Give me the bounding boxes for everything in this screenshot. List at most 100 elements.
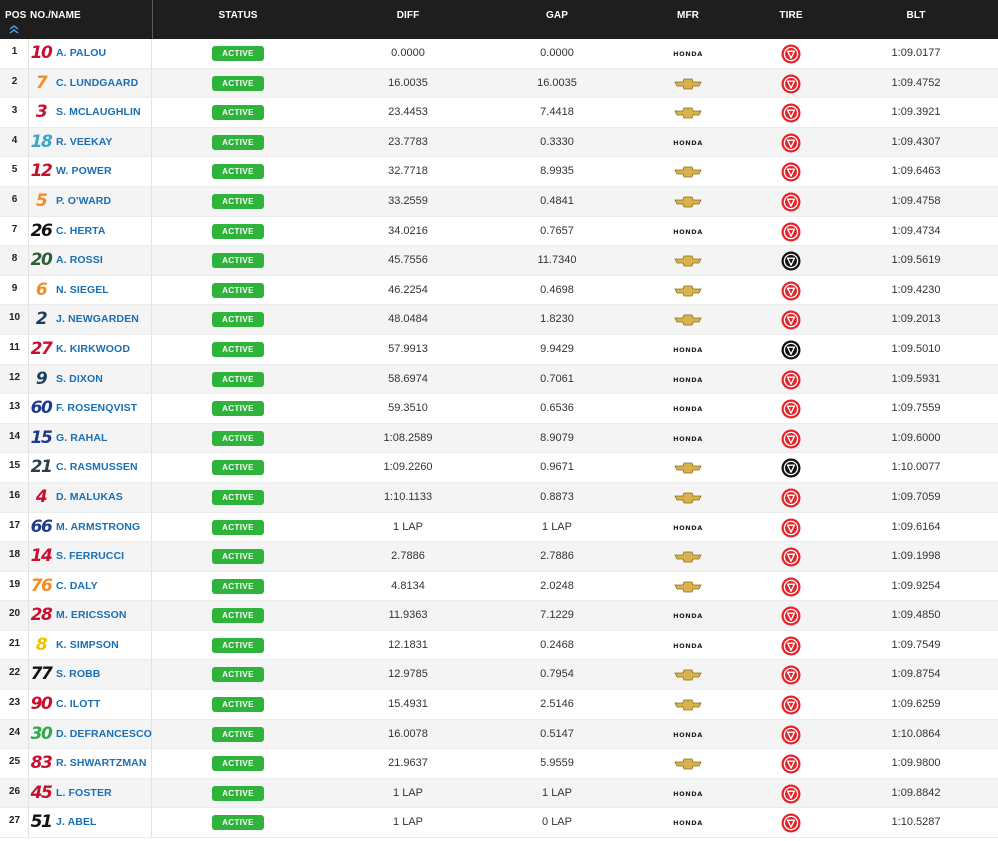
table-row[interactable]: 22 77 S. ROBB ACTIVE 12.9785 0.7954 1:09… [0, 660, 998, 691]
driver-cell[interactable]: 90 C. ILOTT [29, 690, 152, 719]
table-row[interactable]: 23 90 C. ILOTT ACTIVE 15.4931 2.5146 1:0… [0, 690, 998, 720]
driver-name-link[interactable]: S. DIXON [56, 373, 103, 385]
driver-cell[interactable]: 5 P. O'WARD [29, 186, 152, 216]
diff-value: 0.0000 [391, 47, 425, 59]
driver-cell[interactable]: 30 D. DEFRANCESCO [29, 719, 152, 749]
driver-cell[interactable]: 66 M. ARMSTRONG [29, 512, 152, 542]
column-header-name[interactable]: NO./NAME [30, 10, 81, 21]
column-header-blt[interactable]: BLT [886, 10, 946, 21]
best-lap-time: 1:09.4734 [891, 224, 941, 237]
table-row[interactable]: 10 2 J. NEWGARDEN ACTIVE 48.0484 1.8230 … [0, 305, 998, 335]
table-row[interactable]: 19 76 C. DALY ACTIVE 4.8134 2.0248 1:09.… [0, 571, 998, 602]
column-header-gap[interactable]: GAP [527, 10, 587, 21]
driver-name-link[interactable]: C. DALY [56, 580, 98, 592]
driver-cell[interactable]: 3 S. MCLAUGHLIN [29, 98, 152, 127]
driver-name-link[interactable]: M. ERICSSON [56, 609, 127, 621]
table-row[interactable]: 1 10 A. PALOU ACTIVE 0.0000 0.0000 HONDA… [0, 39, 998, 69]
driver-cell[interactable]: 9 S. DIXON [29, 364, 152, 394]
driver-cell[interactable]: 21 C. RASMUSSEN [29, 453, 152, 482]
column-header-tire[interactable]: TIRE [761, 10, 821, 21]
driver-cell[interactable]: 26 C. HERTA [29, 216, 152, 246]
driver-cell[interactable]: 15 G. RAHAL [29, 423, 152, 453]
driver-name-link[interactable]: C. ILOTT [56, 698, 101, 710]
column-header-status[interactable]: STATUS [208, 10, 268, 21]
driver-name-link[interactable]: D. DEFRANCESCO [56, 728, 152, 740]
table-row[interactable]: 26 45 L. FOSTER ACTIVE 1 LAP 1 LAP HONDA… [0, 778, 998, 809]
driver-name-link[interactable]: C. HERTA [56, 225, 106, 237]
driver-name-link[interactable]: N. SIEGEL [56, 284, 109, 296]
table-row[interactable]: 2 7 C. LUNDGAARD ACTIVE 16.0035 16.0035 … [0, 68, 998, 99]
driver-cell[interactable]: 60 F. ROSENQVIST [29, 394, 152, 423]
driver-name-link[interactable]: W. POWER [56, 165, 112, 177]
table-row[interactable]: 6 5 P. O'WARD ACTIVE 33.2559 0.4841 1:09… [0, 186, 998, 217]
table-row[interactable]: 9 6 N. SIEGEL ACTIVE 46.2254 0.4698 1:09… [0, 275, 998, 306]
driver-cell[interactable]: 20 A. ROSSI [29, 246, 152, 275]
position-cell: 19 [0, 571, 29, 601]
driver-name-link[interactable]: F. ROSENQVIST [56, 402, 137, 414]
driver-name-link[interactable]: S. MCLAUGHLIN [56, 106, 141, 118]
manufacturer-logo: HONDA [668, 607, 708, 625]
table-row[interactable]: 7 26 C. HERTA ACTIVE 34.0216 0.7657 HOND… [0, 216, 998, 247]
table-row[interactable]: 15 21 C. RASMUSSEN ACTIVE 1:09.2260 0.96… [0, 453, 998, 483]
column-header-diff[interactable]: DIFF [378, 10, 438, 21]
driver-name-link[interactable]: J. ABEL [56, 816, 97, 828]
driver-cell[interactable]: 8 K. SIMPSON [29, 630, 152, 660]
driver-name-link[interactable]: K. SIMPSON [56, 639, 119, 651]
car-number: 76 [30, 575, 53, 596]
table-row[interactable]: 21 8 K. SIMPSON ACTIVE 12.1831 0.2468 HO… [0, 630, 998, 661]
driver-name-link[interactable]: K. KIRKWOOD [56, 343, 130, 355]
driver-cell[interactable]: 14 S. FERRUCCI [29, 542, 152, 571]
driver-name-link[interactable]: G. RAHAL [56, 432, 108, 444]
driver-cell[interactable]: 27 K. KIRKWOOD [29, 334, 152, 364]
driver-name-link[interactable]: S. ROBB [56, 668, 100, 680]
table-row[interactable]: 14 15 G. RAHAL ACTIVE 1:08.2589 8.9079 H… [0, 423, 998, 454]
table-row[interactable]: 18 14 S. FERRUCCI ACTIVE 2.7886 2.7886 1… [0, 542, 998, 572]
table-row[interactable]: 24 30 D. DEFRANCESCO ACTIVE 16.0078 0.51… [0, 719, 998, 750]
driver-cell[interactable]: 10 A. PALOU [29, 39, 152, 68]
driver-cell[interactable]: 2 J. NEWGARDEN [29, 305, 152, 334]
driver-name-link[interactable]: A. ROSSI [56, 254, 103, 266]
driver-cell[interactable]: 7 C. LUNDGAARD [29, 68, 152, 98]
driver-cell[interactable]: 18 R. VEEKAY [29, 127, 152, 157]
driver-cell[interactable]: 4 D. MALUKAS [29, 482, 152, 512]
chevrolet-bowtie-icon [668, 696, 708, 714]
table-row[interactable]: 8 20 A. ROSSI ACTIVE 45.7556 11.7340 1:0… [0, 246, 998, 276]
table-row[interactable]: 16 4 D. MALUKAS ACTIVE 1:10.1133 0.8873 … [0, 482, 998, 513]
table-row[interactable]: 11 27 K. KIRKWOOD ACTIVE 57.9913 9.9429 … [0, 334, 998, 365]
driver-cell[interactable]: 45 L. FOSTER [29, 778, 152, 808]
driver-name-link[interactable]: C. LUNDGAARD [56, 77, 138, 89]
driver-cell[interactable]: 83 R. SHWARTZMAN [29, 749, 152, 778]
table-row[interactable]: 3 3 S. MCLAUGHLIN ACTIVE 23.4453 7.4418 … [0, 98, 998, 128]
column-header-pos[interactable]: POS [5, 10, 26, 21]
driver-cell[interactable]: 6 N. SIEGEL [29, 275, 152, 305]
driver-name-link[interactable]: M. ARMSTRONG [56, 521, 140, 533]
gap-value: 1 LAP [542, 520, 572, 533]
table-row[interactable]: 13 60 F. ROSENQVIST ACTIVE 59.3510 0.653… [0, 394, 998, 424]
driver-name-link[interactable]: P. O'WARD [56, 195, 111, 207]
car-number: 27 [30, 338, 53, 359]
driver-name-link[interactable]: D. MALUKAS [56, 491, 123, 503]
driver-cell[interactable]: 77 S. ROBB [29, 660, 152, 690]
double-chevron-up-icon[interactable] [9, 25, 19, 34]
driver-cell[interactable]: 28 M. ERICSSON [29, 601, 152, 630]
driver-name-link[interactable]: C. RASMUSSEN [56, 461, 138, 473]
driver-cell[interactable]: 51 J. ABEL [29, 808, 152, 838]
tire-icon [781, 458, 801, 478]
driver-name-link[interactable]: S. FERRUCCI [56, 550, 124, 562]
column-header-mfr[interactable]: MFR [658, 10, 718, 21]
table-row[interactable]: 5 12 W. POWER ACTIVE 32.7718 8.9935 1:09… [0, 157, 998, 187]
driver-name-link[interactable]: R. SHWARTZMAN [56, 757, 147, 769]
driver-name-link[interactable]: J. NEWGARDEN [56, 313, 139, 325]
table-row[interactable]: 4 18 R. VEEKAY ACTIVE 23.7783 0.3330 HON… [0, 127, 998, 158]
driver-name-link[interactable]: A. PALOU [56, 47, 106, 59]
table-row[interactable]: 27 51 J. ABEL ACTIVE 1 LAP 0 LAP HONDA 1… [0, 808, 998, 839]
driver-name-link[interactable]: R. VEEKAY [56, 136, 113, 148]
gap-value: 9.9429 [540, 342, 574, 355]
table-row[interactable]: 20 28 M. ERICSSON ACTIVE 11.9363 7.1229 … [0, 601, 998, 631]
driver-cell[interactable]: 12 W. POWER [29, 157, 152, 186]
table-row[interactable]: 17 66 M. ARMSTRONG ACTIVE 1 LAP 1 LAP HO… [0, 512, 998, 543]
driver-cell[interactable]: 76 C. DALY [29, 571, 152, 601]
table-row[interactable]: 25 83 R. SHWARTZMAN ACTIVE 21.9637 5.955… [0, 749, 998, 779]
driver-name-link[interactable]: L. FOSTER [56, 787, 112, 799]
table-row[interactable]: 12 9 S. DIXON ACTIVE 58.6974 0.7061 HOND… [0, 364, 998, 395]
